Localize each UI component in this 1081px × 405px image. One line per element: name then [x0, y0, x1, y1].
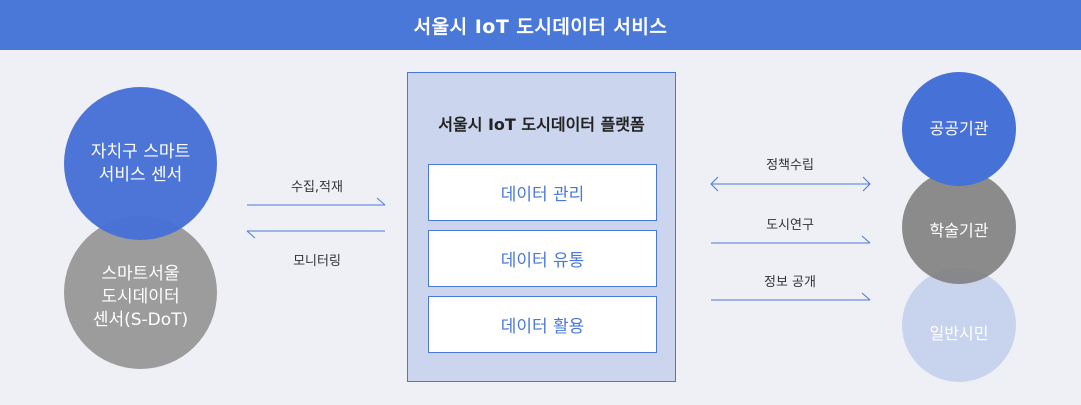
platform-title: 서울시 IoT 도시데이터 플랫폼	[438, 115, 645, 134]
policy-arrow	[710, 176, 871, 192]
citizen-label: 일반시민	[929, 324, 989, 344]
monitoring-label: 모니터링	[293, 254, 341, 269]
disclosure-label: 정보 공개	[764, 275, 816, 290]
collect-label: 수집,적재	[291, 180, 343, 195]
academic-circle: 학술기관	[902, 170, 1016, 284]
monitoring-arrow	[246, 230, 385, 239]
district-sensor-circle: 자치구 스마트 서비스 센서	[64, 87, 217, 240]
district-line1: 자치구 스마트	[90, 141, 191, 162]
sdot-line1: 스마트서울	[101, 264, 180, 285]
research-label: 도시연구	[766, 218, 814, 233]
public-agency-circle: 공공기관	[902, 72, 1016, 186]
collect-arrow	[247, 197, 386, 206]
citizen-circle: 일반시민	[902, 268, 1016, 382]
policy-label: 정책수립	[766, 158, 814, 173]
public-agency-label: 공공기관	[929, 119, 989, 139]
iot-platform: 서울시 IoT 도시데이터 플랫폼 데이터 관리 데이터 유통 데이터 활용	[407, 72, 676, 382]
sdot-line2: 도시데이터	[101, 287, 180, 308]
research-arrow	[711, 235, 871, 244]
data-distribution-box: 데이터 유통	[428, 230, 657, 287]
district-line2: 서비스 센서	[98, 164, 183, 185]
sdot-line3: 센서(S-DoT)	[92, 309, 189, 330]
academic-label: 학술기관	[929, 221, 989, 241]
data-utilization-box: 데이터 활용	[428, 296, 657, 353]
data-management-box: 데이터 관리	[428, 164, 657, 221]
disclosure-arrow	[711, 292, 871, 301]
